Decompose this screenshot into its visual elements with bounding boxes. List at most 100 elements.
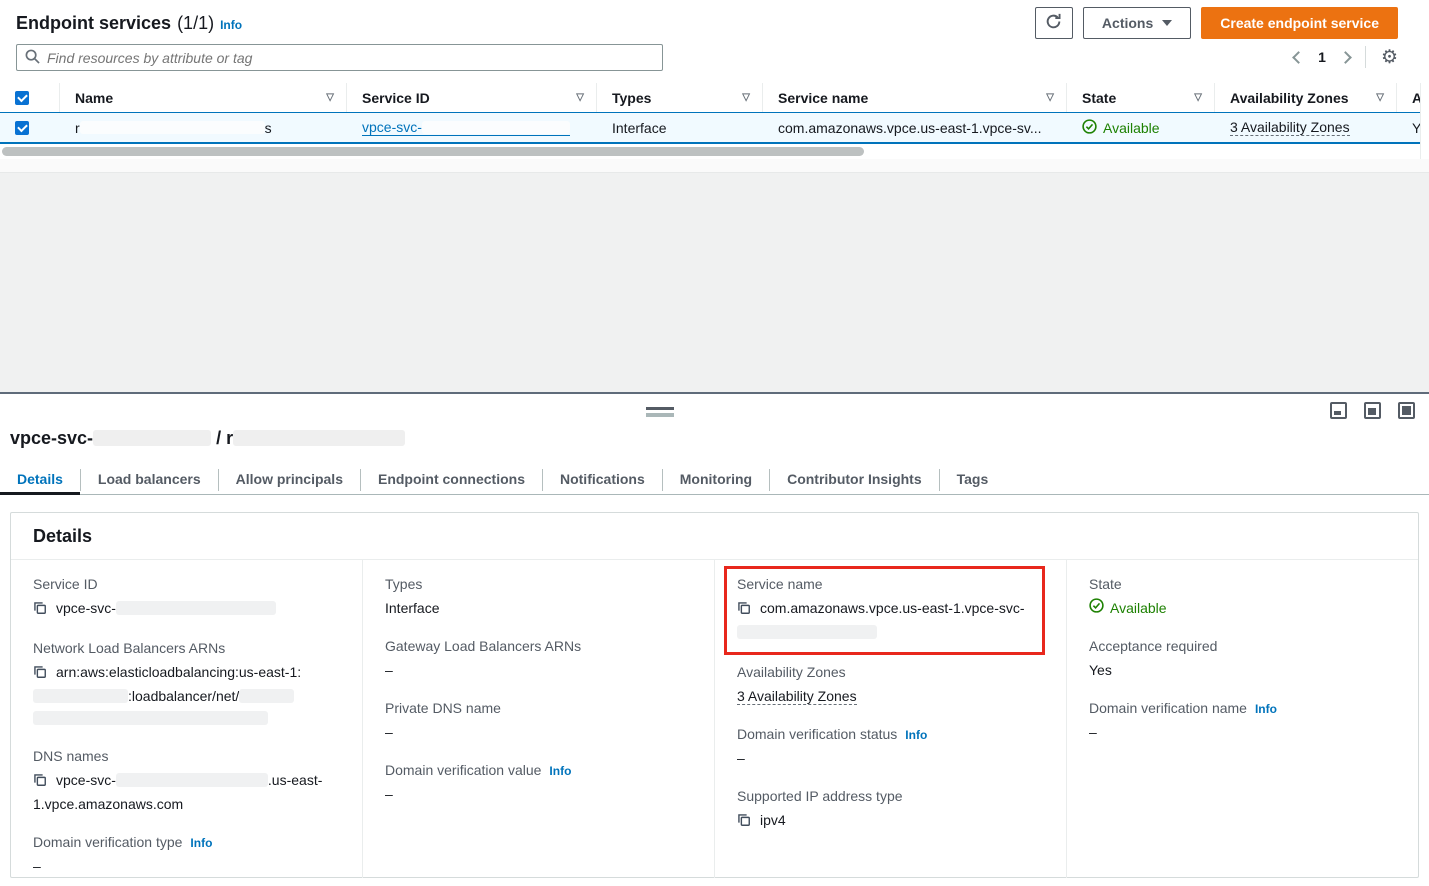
split-panel-drag-handle[interactable]	[646, 407, 674, 417]
details-column-4: State Available Acceptance required	[1066, 560, 1418, 878]
empty-background	[0, 173, 1429, 392]
column-header-availability-zones[interactable]: Availability Zones ▽	[1215, 83, 1397, 112]
sort-icon[interactable]: ▽	[576, 92, 584, 103]
row-acceptance-cell-clipped: Y	[1397, 113, 1420, 142]
column-header-name[interactable]: Name ▽	[60, 83, 347, 112]
pagination: 1 ⚙	[1294, 46, 1398, 68]
redacted-value	[33, 711, 268, 725]
prev-page-button[interactable]	[1292, 51, 1305, 64]
filter-bar: 1 ⚙	[16, 44, 1398, 72]
copy-icon[interactable]	[737, 602, 751, 618]
tab-allow-principals[interactable]: Allow principals	[219, 466, 360, 495]
row-types-cell: Interface	[597, 113, 763, 142]
tab-contributor-insights[interactable]: Contributor Insights	[770, 466, 939, 495]
tab-notifications[interactable]: Notifications	[543, 466, 662, 495]
tab-endpoint-connections[interactable]: Endpoint connections	[361, 466, 542, 495]
available-check-icon	[1082, 119, 1097, 137]
sort-icon[interactable]: ▽	[326, 92, 334, 103]
settings-gear-icon[interactable]: ⚙	[1381, 48, 1398, 67]
table-header-row: Name ▽ Service ID ▽ Types ▽ Service name…	[0, 83, 1420, 112]
details-column-2: Types Interface Gateway Load Balancers A…	[362, 560, 714, 878]
row-checkbox[interactable]	[15, 121, 29, 135]
details-card-body: Service ID vpce-svc- Network Load Balanc…	[11, 560, 1418, 878]
availability-zones-popover-link[interactable]: 3 Availability Zones	[1230, 119, 1350, 136]
details-card-heading: Details	[11, 513, 1418, 560]
column-header-service-name[interactable]: Service name ▽	[763, 83, 1067, 112]
search-box[interactable]	[16, 44, 663, 71]
redacted-panel-service-name	[233, 430, 405, 446]
panel-size-small-icon[interactable]	[1330, 402, 1347, 419]
header-info-link[interactable]: Info	[220, 18, 242, 32]
row-select-cell	[0, 113, 60, 142]
info-link[interactable]: Info	[549, 764, 571, 778]
redacted-value	[116, 601, 276, 615]
info-link[interactable]: Info	[905, 728, 927, 742]
header-bar: Endpoint services (1/1) Info Actions Cre…	[16, 6, 1398, 40]
field-supported-ip-address-type: Supported IP address type ipv4	[737, 788, 1048, 833]
service-id-link[interactable]: vpce-svc-	[362, 119, 570, 136]
chevron-down-icon	[1162, 20, 1172, 26]
row-name-cell: rs	[60, 113, 347, 142]
divider	[1365, 46, 1366, 68]
tab-load-balancers[interactable]: Load balancers	[81, 466, 218, 495]
details-card: Details Service ID vpce-svc- Network Loa…	[10, 512, 1419, 878]
search-input[interactable]	[47, 50, 654, 66]
field-types: Types Interface	[385, 576, 696, 619]
column-header-service-id[interactable]: Service ID ▽	[347, 83, 597, 112]
column-header-acceptance-clipped[interactable]: A	[1397, 83, 1420, 112]
sort-icon[interactable]: ▽	[742, 92, 750, 103]
field-state: State Available	[1089, 576, 1400, 619]
field-private-dns-name: Private DNS name –	[385, 700, 696, 743]
panel-size-large-icon[interactable]	[1398, 402, 1415, 419]
table-footer-strip	[0, 159, 1429, 173]
page-title-text: Endpoint services	[16, 13, 171, 34]
current-page[interactable]: 1	[1318, 49, 1326, 65]
info-link[interactable]: Info	[190, 836, 212, 850]
copy-icon[interactable]	[737, 814, 751, 830]
next-page-button[interactable]	[1339, 51, 1352, 64]
column-header-types[interactable]: Types ▽	[597, 83, 763, 112]
table-row[interactable]: rs vpce-svc- Interface com.amazonaws.vpc…	[0, 112, 1420, 144]
field-nlb-arns: Network Load Balancers ARNs arn:aws:elas…	[33, 640, 344, 729]
row-availability-zones-cell: 3 Availability Zones	[1215, 113, 1397, 142]
copy-icon[interactable]	[33, 666, 47, 682]
field-availability-zones: Availability Zones 3 Availability Zones	[737, 664, 1048, 707]
horizontal-scrollbar[interactable]	[0, 147, 1420, 157]
availability-zones-popover-link[interactable]: 3 Availability Zones	[737, 688, 857, 705]
row-service-name-cell: com.amazonaws.vpce.us-east-1.vpce-sv...	[763, 113, 1067, 142]
copy-icon[interactable]	[33, 602, 47, 618]
field-domain-verification-type: Domain verification typeInfo –	[33, 834, 344, 877]
table-right-gutter	[1420, 83, 1429, 161]
field-gwlb-arns: Gateway Load Balancers ARNs –	[385, 638, 696, 681]
page-title: Endpoint services (1/1) Info	[16, 13, 242, 34]
tab-details[interactable]: Details	[0, 466, 80, 495]
actions-button[interactable]: Actions	[1083, 7, 1191, 39]
refresh-button[interactable]	[1035, 7, 1073, 39]
field-dns-names: DNS names vpce-svc-.us-east- 1.vpce.amaz…	[33, 748, 344, 815]
sort-icon[interactable]: ▽	[1194, 92, 1202, 103]
redacted-value	[737, 625, 877, 639]
sort-icon[interactable]: ▽	[1376, 92, 1384, 103]
field-domain-verification-value: Domain verification valueInfo –	[385, 762, 696, 805]
select-all-checkbox[interactable]	[15, 91, 29, 105]
details-column-1: Service ID vpce-svc- Network Load Balanc…	[11, 560, 362, 878]
column-header-state[interactable]: State ▽	[1067, 83, 1215, 112]
tab-monitoring[interactable]: Monitoring	[663, 466, 769, 495]
sort-icon[interactable]: ▽	[1046, 92, 1054, 103]
field-acceptance-required: Acceptance required Yes	[1089, 638, 1400, 681]
redacted-name	[80, 121, 265, 134]
redacted-value	[33, 689, 128, 703]
state-text: Available	[1103, 120, 1160, 136]
create-endpoint-service-button[interactable]: Create endpoint service	[1201, 7, 1398, 39]
field-domain-verification-name: Domain verification nameInfo –	[1089, 700, 1400, 743]
field-domain-verification-status: Domain verification statusInfo –	[737, 726, 1048, 769]
refresh-icon	[1045, 13, 1062, 33]
endpoint-services-page: Endpoint services (1/1) Info Actions Cre…	[0, 0, 1429, 886]
copy-icon[interactable]	[33, 774, 47, 790]
panel-size-medium-icon[interactable]	[1364, 402, 1381, 419]
redacted-value	[116, 773, 268, 787]
info-link[interactable]: Info	[1255, 702, 1277, 716]
tab-tags[interactable]: Tags	[940, 466, 1006, 495]
scrollbar-thumb[interactable]	[2, 147, 864, 156]
panel-tabs: Details Load balancers Allow principals …	[0, 466, 1429, 495]
